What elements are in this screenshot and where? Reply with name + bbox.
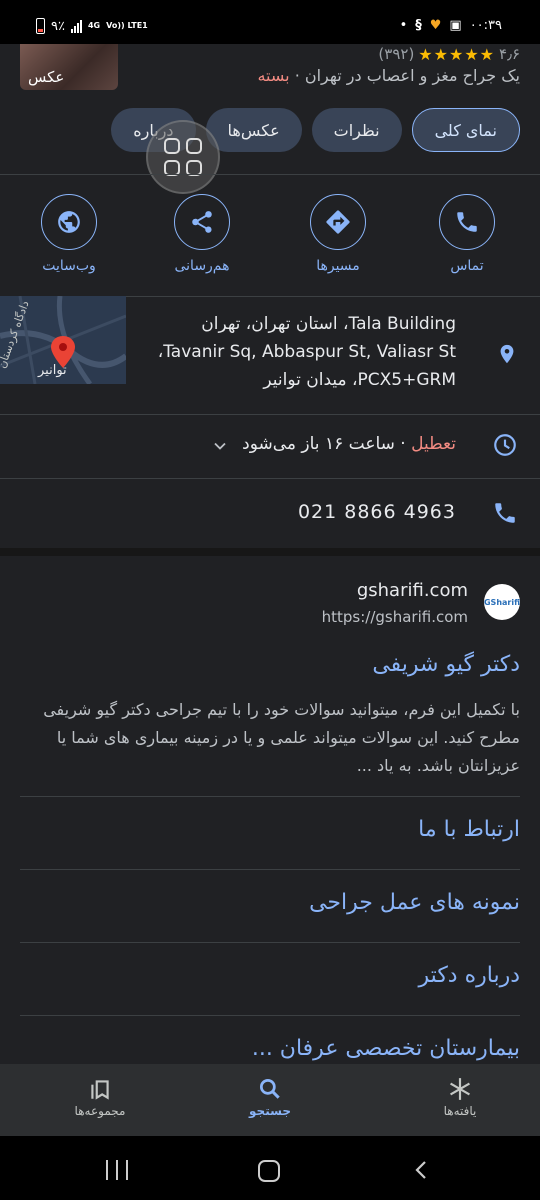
rating-value: ۴٫۶ <box>499 45 520 63</box>
site-favicon: GSharifi <box>484 584 520 620</box>
sitelink-label: ارتباط با ما <box>418 817 520 842</box>
home-icon[interactable] <box>258 1160 280 1182</box>
site-url[interactable]: https://gsharifi.com <box>322 608 468 626</box>
sitelink-surgery-samples[interactable]: نمونه های عمل جراحی <box>20 869 520 942</box>
globe-icon <box>41 194 97 250</box>
share-button[interactable]: هم‌رسانی <box>152 194 252 274</box>
collections-icon <box>40 1074 160 1104</box>
app-notification-icon: § <box>415 18 422 33</box>
phone-row[interactable]: 021 8866 4963 <box>0 478 540 548</box>
tab-reviews[interactable]: نظرات <box>311 108 402 152</box>
directions-button[interactable]: مسیرها <box>288 194 388 274</box>
status-bar: ۹٪ 4G Vo)) LTE1 • § ♥ ▣ ۰۰:۳۹ <box>0 0 540 44</box>
nav-discover-label: یافته‌ها <box>443 1104 477 1118</box>
sitelink-contact[interactable]: ارتباط با ما <box>20 796 520 869</box>
battery-level: ۹٪ <box>51 18 65 34</box>
map-street-label: توانیر <box>38 363 67 378</box>
tab-overview[interactable]: نمای کلی <box>411 108 520 152</box>
sitelink-about-doctor[interactable]: درباره دکتر <box>20 942 520 1015</box>
hours-text: تعطیل · ساعت ۱۶ باز می‌شود <box>242 434 456 454</box>
place-category: یک جراح مغز و اعصاب در تهران · <box>294 66 520 85</box>
address-line-1: Tala Building، استان تهران، تهران <box>201 314 456 334</box>
location-pin-icon <box>496 340 518 372</box>
site-description: با تکمیل این فرم، میتوانید سوالات خود را… <box>43 700 520 775</box>
chevron-down-icon[interactable] <box>210 436 230 460</box>
action-buttons: تماس مسیرها هم‌رسانی وب‌سایت <box>0 174 540 296</box>
hours-row[interactable]: تعطیل · ساعت ۱۶ باز می‌شود <box>0 414 540 478</box>
recents-icon[interactable] <box>106 1160 128 1180</box>
clock-icon <box>492 432 518 462</box>
sitelink-label: بیمارستان تخصصی عرفان ... <box>251 1036 520 1061</box>
opening-time: · ساعت ۱۶ باز می‌شود <box>242 434 412 454</box>
back-icon[interactable] <box>410 1158 434 1186</box>
rating-row[interactable]: (۳۹۲) ★★★★★ ۴٫۶ <box>378 44 520 64</box>
section-separator <box>0 548 540 556</box>
place-subtitle: یک جراح مغز و اعصاب در تهران · بسته <box>257 66 520 85</box>
site-title-link[interactable]: دکتر گیو شریفی <box>372 652 520 677</box>
address-row[interactable]: توانیر دادگاه کردستان Tala Building، است… <box>0 296 540 414</box>
site-name[interactable]: gsharifi.com <box>357 580 468 601</box>
phone-number: 021 8866 4963 <box>297 501 456 523</box>
nav-collections-label: مجموعه‌ها <box>74 1104 126 1118</box>
system-navigation-bar <box>0 1136 540 1200</box>
website-label: وب‌سایت <box>42 258 96 274</box>
share-label: هم‌رسانی <box>174 258 230 274</box>
network-type: 4G <box>87 21 101 30</box>
address-line-2: Tavanir Sq, Abbaspur St, Valiasr St، <box>157 342 456 362</box>
map-thumbnail[interactable]: توانیر دادگاه کردستان <box>0 296 126 384</box>
address-line-3: PCX5+GRM، میدان توانیر <box>263 370 456 390</box>
nav-collections[interactable]: مجموعه‌ها <box>40 1074 160 1118</box>
heart-notification-icon: ♥ <box>429 18 442 33</box>
tab-photos[interactable]: عکس‌ها <box>205 108 302 152</box>
address-text: Tala Building، استان تهران، تهران Tavani… <box>116 310 456 394</box>
open-status: بسته <box>257 66 290 85</box>
battery-icon <box>36 18 45 34</box>
place-photo[interactable]: عکس <box>20 44 118 90</box>
website-button[interactable]: وب‌سایت <box>19 194 119 274</box>
phone-icon <box>439 194 495 250</box>
place-header: عکس (۳۹۲) ★★★★★ ۴٫۶ یک جراح مغز و اعصاب … <box>0 44 540 194</box>
notification-dot: • <box>399 18 408 33</box>
clock-time: ۰۰:۳۹ <box>469 18 502 33</box>
directions-icon <box>310 194 366 250</box>
call-button[interactable]: تماس <box>417 194 517 274</box>
phone-icon <box>492 500 518 530</box>
photo-label: عکس <box>28 68 65 86</box>
review-count: (۳۹۲) <box>378 45 415 63</box>
sitelink-label: نمونه های عمل جراحی <box>309 890 520 915</box>
closed-status: تعطیل <box>411 434 456 454</box>
star-rating-icon: ★★★★★ <box>418 44 496 64</box>
bottom-navigation: یافته‌ها جستجو مجموعه‌ها <box>0 1064 540 1136</box>
signal-icon <box>70 19 82 33</box>
nav-search[interactable]: جستجو <box>210 1074 330 1118</box>
directions-label: مسیرها <box>316 258 360 274</box>
website-result: GSharifi gsharifi.com https://gsharifi.c… <box>0 556 540 1064</box>
image-notification-icon: ▣ <box>449 18 462 33</box>
asterisk-icon <box>400 1074 520 1104</box>
share-icon <box>174 194 230 250</box>
volte-indicator: Vo)) LTE1 <box>106 21 148 30</box>
search-icon <box>210 1074 330 1104</box>
sitelink-hospital[interactable]: بیمارستان تخصصی عرفان ... <box>20 1015 520 1064</box>
sitelink-label: درباره دکتر <box>418 963 520 988</box>
call-label: تماس <box>450 258 484 274</box>
nav-search-label: جستجو <box>249 1104 291 1118</box>
grid-icon <box>164 138 202 176</box>
nav-discover[interactable]: یافته‌ها <box>400 1074 520 1118</box>
